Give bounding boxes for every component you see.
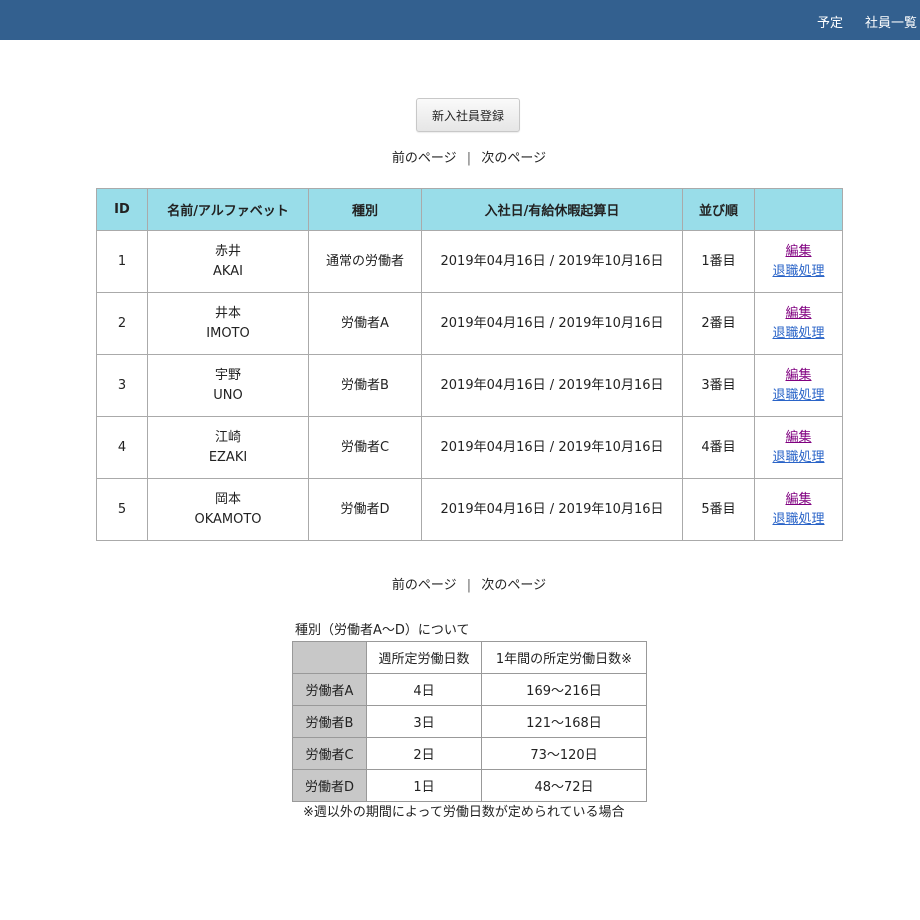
cell-id: 2: [96, 292, 148, 355]
col-header-type: 種別: [308, 188, 422, 231]
edit-link[interactable]: 編集: [755, 242, 842, 262]
table-header-row: ID 名前/アルファベット 種別 入社日/有給休暇起算日 並び順: [96, 188, 843, 231]
cell-order: 1番目: [682, 230, 755, 293]
employee-alphabet: AKAI: [213, 263, 243, 279]
legend-header-weekly-days: 週所定労働日数: [366, 641, 482, 674]
col-header-actions: [754, 188, 843, 231]
register-new-employee-button[interactable]: 新入社員登録: [416, 98, 520, 132]
edit-link[interactable]: 編集: [755, 490, 842, 510]
legend-header-blank: [292, 641, 367, 674]
legend-row-type: 労働者C: [292, 737, 367, 770]
legend-row: 労働者D 1日 48〜72日: [292, 769, 647, 802]
employee-name: 井本: [214, 305, 241, 321]
legend-header-row: 週所定労働日数 1年間の所定労働日数※: [292, 641, 647, 674]
legend-weekly-days: 3日: [366, 705, 482, 738]
cell-order: 4番目: [682, 416, 755, 479]
cell-order: 5番目: [682, 478, 755, 541]
employee-table: ID 名前/アルファベット 種別 入社日/有給休暇起算日 並び順 1 赤井 AKA…: [96, 188, 843, 541]
cell-name: 岡本 OKAMOTO: [147, 478, 309, 541]
pager-separator: |: [466, 578, 472, 593]
cell-dates: 2019年04月16日 / 2019年10月16日: [421, 230, 683, 293]
cell-id: 5: [96, 478, 148, 541]
cell-name: 宇野 UNO: [147, 354, 309, 417]
employee-name: 岡本: [214, 491, 241, 507]
table-row: 2 井本 IMOTO 労働者A 2019年04月16日 / 2019年10月16日…: [96, 292, 843, 355]
legend-header-yearly-days: 1年間の所定労働日数※: [481, 641, 647, 674]
cell-name: 井本 IMOTO: [147, 292, 309, 355]
cell-type: 労働者A: [308, 292, 422, 355]
worker-type-legend-table: 週所定労働日数 1年間の所定労働日数※ 労働者A 4日 169〜216日 労働者…: [292, 641, 647, 802]
next-page-link[interactable]: 次のページ: [481, 151, 546, 166]
pager-separator: |: [466, 151, 472, 166]
cell-name: 赤井 AKAI: [147, 230, 309, 293]
legend-row: 労働者A 4日 169〜216日: [292, 673, 647, 706]
cell-order: 2番目: [682, 292, 755, 355]
cell-dates: 2019年04月16日 / 2019年10月16日: [421, 416, 683, 479]
legend-footnote: ※週以外の期間によって労働日数が定められている場合: [303, 805, 625, 820]
table-row: 4 江崎 EZAKI 労働者C 2019年04月16日 / 2019年10月16日…: [96, 416, 843, 479]
employee-alphabet: OKAMOTO: [194, 511, 262, 527]
retire-link[interactable]: 退職処理: [755, 448, 842, 468]
cell-id: 3: [96, 354, 148, 417]
legend-yearly-days: 169〜216日: [481, 673, 647, 706]
legend-weekly-days: 1日: [366, 769, 482, 802]
cell-actions: 編集 退職処理: [754, 354, 843, 417]
col-header-dates: 入社日/有給休暇起算日: [421, 188, 683, 231]
nav-link-employee-list[interactable]: 社員一覧: [865, 12, 917, 31]
cell-dates: 2019年04月16日 / 2019年10月16日: [421, 354, 683, 417]
cell-type: 労働者D: [308, 478, 422, 541]
retire-link[interactable]: 退職処理: [755, 262, 842, 282]
employee-name: 江崎: [214, 429, 241, 445]
cell-dates: 2019年04月16日 / 2019年10月16日: [421, 292, 683, 355]
employee-alphabet: EZAKI: [208, 449, 248, 465]
col-header-order: 並び順: [682, 188, 755, 231]
edit-link[interactable]: 編集: [755, 304, 842, 324]
cell-type: 労働者C: [308, 416, 422, 479]
cell-actions: 編集 退職処理: [754, 416, 843, 479]
employee-alphabet: UNO: [213, 387, 243, 403]
table-row: 1 赤井 AKAI 通常の労働者 2019年04月16日 / 2019年10月16…: [96, 230, 843, 293]
employee-name: 赤井: [214, 243, 241, 259]
prev-page-link[interactable]: 前のページ: [392, 151, 457, 166]
legend-yearly-days: 121〜168日: [481, 705, 647, 738]
cell-type: 労働者B: [308, 354, 422, 417]
edit-link[interactable]: 編集: [755, 366, 842, 386]
pagination-bottom: 前のページ | 次のページ: [0, 574, 920, 593]
cell-name: 江崎 EZAKI: [147, 416, 309, 479]
legend-row-type: 労働者B: [292, 705, 367, 738]
cell-type: 通常の労働者: [308, 230, 422, 293]
next-page-link[interactable]: 次のページ: [481, 578, 546, 593]
cell-actions: 編集 退職処理: [754, 292, 843, 355]
legend-weekly-days: 2日: [366, 737, 482, 770]
retire-link[interactable]: 退職処理: [755, 510, 842, 530]
table-row: 5 岡本 OKAMOTO 労働者D 2019年04月16日 / 2019年10月1…: [96, 478, 843, 541]
worker-type-legend-caption: 種別（労働者A〜D）について: [295, 623, 470, 638]
col-header-name: 名前/アルファベット: [147, 188, 309, 231]
legend-yearly-days: 48〜72日: [481, 769, 647, 802]
retire-link[interactable]: 退職処理: [755, 386, 842, 406]
cell-id: 1: [96, 230, 148, 293]
retire-link[interactable]: 退職処理: [755, 324, 842, 344]
table-row: 3 宇野 UNO 労働者B 2019年04月16日 / 2019年10月16日 3…: [96, 354, 843, 417]
legend-weekly-days: 4日: [366, 673, 482, 706]
legend-row-type: 労働者A: [292, 673, 367, 706]
pagination-top: 前のページ | 次のページ: [0, 147, 920, 166]
cell-order: 3番目: [682, 354, 755, 417]
cell-dates: 2019年04月16日 / 2019年10月16日: [421, 478, 683, 541]
legend-row: 労働者B 3日 121〜168日: [292, 705, 647, 738]
col-header-id: ID: [96, 188, 148, 231]
prev-page-link[interactable]: 前のページ: [392, 578, 457, 593]
employee-name: 宇野: [214, 367, 241, 383]
cell-actions: 編集 退職処理: [754, 230, 843, 293]
top-navbar: 予定 社員一覧: [0, 0, 920, 40]
edit-link[interactable]: 編集: [755, 428, 842, 448]
legend-row-type: 労働者D: [292, 769, 367, 802]
legend-yearly-days: 73〜120日: [481, 737, 647, 770]
legend-row: 労働者C 2日 73〜120日: [292, 737, 647, 770]
nav-link-schedule[interactable]: 予定: [817, 12, 843, 31]
employee-alphabet: IMOTO: [206, 325, 250, 341]
cell-id: 4: [96, 416, 148, 479]
cell-actions: 編集 退職処理: [754, 478, 843, 541]
